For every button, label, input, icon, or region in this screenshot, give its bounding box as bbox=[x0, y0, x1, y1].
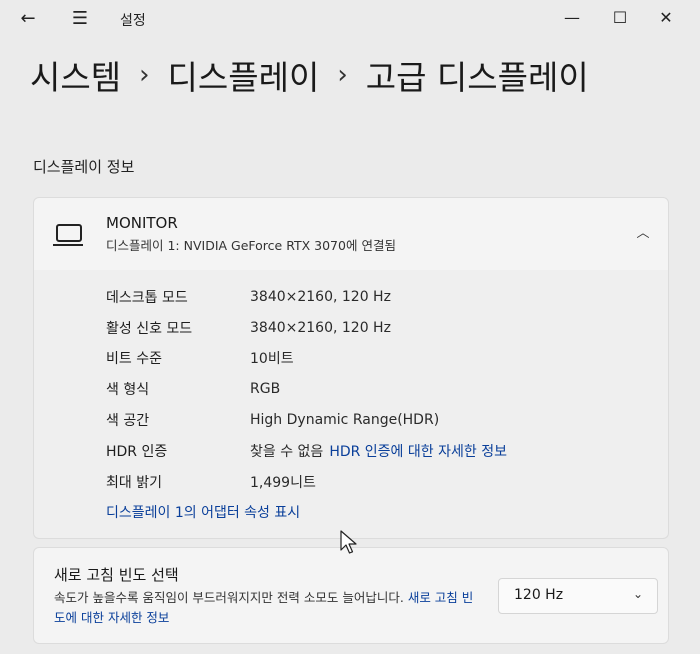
monitor-icon bbox=[53, 224, 83, 246]
chevron-down-icon: ⌄ bbox=[632, 587, 643, 601]
info-value: 3840×2160, 120 Hz bbox=[250, 289, 391, 305]
title-bar: ← ☰ 설정 — ☐ ✕ bbox=[0, 0, 700, 36]
info-label: 최대 밝기 bbox=[106, 475, 162, 491]
info-label: 데스크톱 모드 bbox=[106, 290, 188, 306]
info-value: High Dynamic Range(HDR) bbox=[250, 412, 440, 428]
info-label: 비트 수준 bbox=[106, 351, 162, 367]
hdr-certification-link[interactable]: HDR 인증에 대한 자세한 정보 bbox=[329, 441, 507, 461]
adapter-properties-link[interactable]: 디스플레이 1의 어댑터 속성 표시 bbox=[106, 502, 300, 522]
monitor-card-details: 데스크톱 모드 3840×2160, 120 Hz 활성 신호 모드 3840×… bbox=[33, 270, 669, 539]
breadcrumb: 시스템 › 디스플레이 › 고급 디스플레이 bbox=[30, 50, 589, 100]
info-label: 색 공간 bbox=[106, 413, 150, 429]
refresh-rate-dropdown[interactable]: 120 Hz ⌄ bbox=[498, 578, 658, 614]
info-row-desktop-mode: 데스크톱 모드 3840×2160, 120 Hz bbox=[106, 284, 391, 310]
mouse-cursor-icon bbox=[340, 530, 357, 554]
info-row-active-signal-mode: 활성 신호 모드 3840×2160, 120 Hz bbox=[106, 315, 391, 341]
refresh-rate-card: 새로 고침 빈도 선택 속도가 높을수록 움직임이 부드러워지지만 전력 소모도… bbox=[33, 547, 669, 644]
back-icon[interactable]: ← bbox=[14, 4, 42, 32]
info-value: 1,499니트 bbox=[250, 475, 316, 491]
info-row-bit-depth: 비트 수준 10비트 bbox=[106, 345, 294, 371]
monitor-card-header[interactable]: MONITOR 디스플레이 1: NVIDIA GeForce RTX 3070… bbox=[33, 197, 669, 271]
minimize-icon[interactable]: — bbox=[552, 4, 592, 30]
breadcrumb-separator-icon: › bbox=[139, 60, 150, 90]
info-value: 10비트 bbox=[250, 351, 294, 367]
page-title: 고급 디스플레이 bbox=[365, 58, 589, 97]
refresh-rate-title: 새로 고침 빈도 선택 bbox=[54, 566, 179, 584]
close-icon[interactable]: ✕ bbox=[646, 4, 686, 30]
menu-icon[interactable]: ☰ bbox=[66, 4, 94, 32]
info-label: 색 형식 bbox=[106, 382, 150, 398]
refresh-rate-selected: 120 Hz bbox=[514, 587, 564, 603]
info-label: 활성 신호 모드 bbox=[106, 321, 193, 337]
info-row-color-space: 색 공간 High Dynamic Range(HDR) bbox=[106, 407, 439, 433]
info-row-color-format: 색 형식 RGB bbox=[106, 376, 280, 402]
info-row-peak-brightness: 최대 밝기 1,499니트 bbox=[106, 469, 316, 495]
breadcrumb-item-system[interactable]: 시스템 bbox=[30, 51, 121, 99]
info-value: 찾을 수 없음 bbox=[250, 444, 324, 460]
section-title-display-info: 디스플레이 정보 bbox=[33, 158, 135, 176]
info-row-hdr-certification: HDR 인증 찾을 수 없음 HDR 인증에 대한 자세한 정보 bbox=[106, 438, 507, 464]
monitor-connection: 디스플레이 1: NVIDIA GeForce RTX 3070에 연결됨 bbox=[106, 238, 396, 253]
refresh-rate-description: 속도가 높을수록 움직임이 부드러워지지만 전력 소모도 늘어납니다. 새로 고… bbox=[54, 588, 474, 628]
info-value: 3840×2160, 120 Hz bbox=[250, 320, 391, 336]
monitor-name: MONITOR bbox=[106, 214, 178, 232]
window-title: 설정 bbox=[120, 13, 146, 29]
chevron-up-icon[interactable]: ︿ bbox=[632, 220, 654, 242]
refresh-rate-desc-text: 속도가 높을수록 움직임이 부드러워지지만 전력 소모도 늘어납니다. bbox=[54, 590, 404, 605]
maximize-icon[interactable]: ☐ bbox=[600, 4, 640, 30]
info-label: HDR 인증 bbox=[106, 444, 168, 460]
breadcrumb-item-display[interactable]: 디스플레이 bbox=[168, 51, 320, 99]
info-value: RGB bbox=[250, 381, 281, 397]
breadcrumb-separator-icon: › bbox=[337, 60, 348, 90]
